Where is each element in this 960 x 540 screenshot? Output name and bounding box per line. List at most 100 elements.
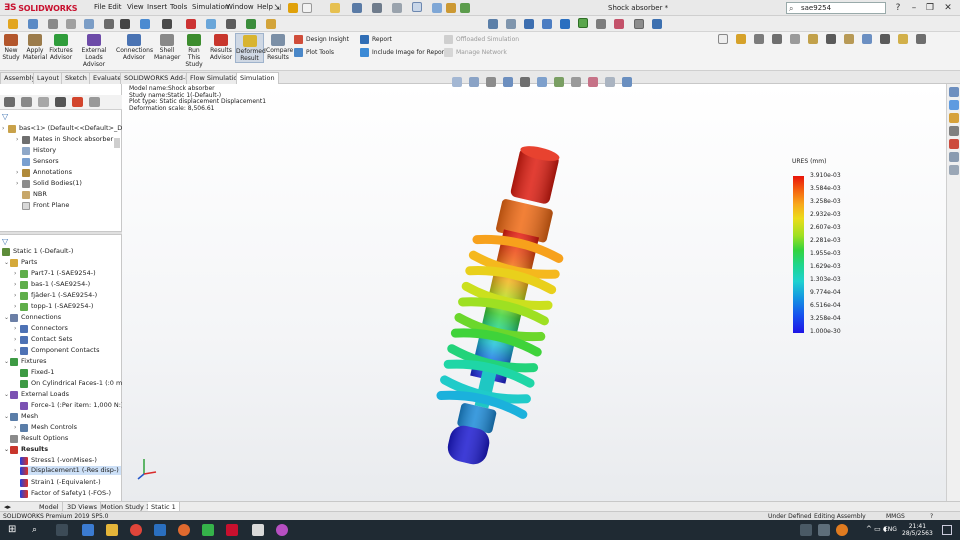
configuration-icon[interactable] bbox=[38, 97, 49, 107]
view-icon[interactable] bbox=[226, 19, 236, 29]
result-options-item[interactable]: Result Options bbox=[10, 434, 68, 443]
notifications-icon[interactable] bbox=[942, 525, 952, 535]
options-icon[interactable] bbox=[460, 3, 470, 13]
external-loads-advisor-button[interactable]: External Loads Advisor bbox=[74, 34, 114, 68]
menu-window[interactable]: Window bbox=[226, 3, 254, 11]
line-app-icon[interactable] bbox=[202, 524, 214, 536]
shock-absorber-model[interactable] bbox=[422, 139, 582, 479]
result-item-selected[interactable]: Displacement1 (-Res disp-) bbox=[20, 466, 121, 475]
mesh-controls-item[interactable]: › Mesh Controls bbox=[14, 423, 77, 432]
more-panels-icon[interactable] bbox=[89, 97, 100, 107]
explorer-app-icon[interactable] bbox=[106, 524, 118, 536]
move-icon[interactable] bbox=[826, 34, 836, 44]
menu-view[interactable]: View bbox=[127, 3, 144, 11]
results-folder[interactable]: ⌄ Results bbox=[4, 445, 48, 454]
tab-sketch[interactable]: Sketch bbox=[61, 72, 91, 84]
part-item[interactable]: › bas-1 (-SAE9254-) bbox=[14, 280, 90, 289]
open-icon[interactable] bbox=[330, 3, 340, 13]
filter-icon[interactable]: ▽ bbox=[2, 112, 8, 121]
display-style-icon[interactable] bbox=[578, 18, 588, 28]
pin-icon[interactable]: ⇲ bbox=[274, 3, 281, 12]
deformed-result-button[interactable]: Deformed Result bbox=[235, 33, 266, 63]
fixture-item[interactable]: Fixed-1 bbox=[20, 368, 54, 377]
part-item[interactable]: › fjäder-1 (-SAE9254-) bbox=[14, 291, 97, 300]
report-button[interactable]: Report bbox=[360, 35, 392, 44]
tab-simulation[interactable]: Simulation bbox=[236, 72, 279, 84]
menu-file[interactable]: File bbox=[94, 3, 106, 11]
view-settings-icon[interactable] bbox=[652, 19, 662, 29]
rectangle-icon[interactable] bbox=[66, 19, 76, 29]
menu-simulation[interactable]: Simulation bbox=[192, 3, 229, 11]
menu-insert[interactable]: Insert bbox=[147, 3, 167, 11]
search-input[interactable]: ⌕ sae9254 bbox=[786, 2, 886, 14]
property-manager-icon[interactable] bbox=[21, 97, 32, 107]
minimize-button[interactable]: – bbox=[908, 2, 920, 14]
zoom-to-fit-icon[interactable] bbox=[488, 19, 498, 29]
search-taskbar-icon[interactable]: ⌕ bbox=[32, 524, 44, 536]
new-study-button[interactable]: New Study bbox=[2, 34, 20, 61]
pattern-icon[interactable] bbox=[808, 34, 818, 44]
hide-items-hud-icon[interactable] bbox=[571, 77, 581, 87]
help-icon[interactable]: ? bbox=[892, 2, 904, 14]
orientation-hud-icon[interactable] bbox=[537, 77, 547, 87]
restore-button[interactable]: ❐ bbox=[924, 2, 936, 14]
result-item[interactable]: Strain1 (-Equivalent-) bbox=[20, 478, 101, 487]
include-image-button[interactable]: Include Image for Report bbox=[360, 48, 447, 57]
menu-tools[interactable]: Tools bbox=[170, 3, 187, 11]
relations-icon[interactable] bbox=[844, 34, 854, 44]
connections-advisor-button[interactable]: Connections Advisor bbox=[116, 34, 153, 61]
measure-icon[interactable] bbox=[140, 19, 150, 29]
trim-icon[interactable] bbox=[754, 34, 764, 44]
print-icon[interactable] bbox=[372, 3, 382, 13]
tab-layout[interactable]: Layout bbox=[33, 72, 64, 84]
zoom-area-icon[interactable] bbox=[506, 19, 516, 29]
load-item[interactable]: Force-1 (:Per item: 1,000 N:) bbox=[20, 401, 124, 410]
shell-manager-button[interactable]: Shell Manager bbox=[154, 34, 180, 61]
quick-snaps-icon[interactable] bbox=[862, 34, 872, 44]
close-button[interactable]: ✕ bbox=[942, 2, 954, 14]
section-icon[interactable] bbox=[206, 19, 216, 29]
undo-icon[interactable] bbox=[392, 3, 402, 13]
panel-splitter[interactable] bbox=[0, 231, 122, 235]
file-properties-icon[interactable] bbox=[446, 3, 456, 13]
scene-icon[interactable] bbox=[634, 19, 644, 29]
connection-item[interactable]: › Contact Sets bbox=[14, 335, 72, 344]
new-sketch-icon[interactable] bbox=[718, 34, 728, 44]
appearance-icon[interactable] bbox=[266, 19, 276, 29]
tray-app-icon[interactable] bbox=[800, 524, 812, 536]
notes-icon[interactable] bbox=[898, 34, 908, 44]
design-library-icon[interactable] bbox=[948, 100, 959, 110]
other-app-icon[interactable] bbox=[276, 524, 288, 536]
fixtures-advisor-button[interactable]: Fixtures Advisor bbox=[49, 34, 73, 61]
zoom-area-hud-icon[interactable] bbox=[469, 77, 479, 87]
save-icon[interactable] bbox=[352, 3, 362, 13]
offset-icon[interactable] bbox=[790, 34, 800, 44]
scene-hud-icon[interactable] bbox=[605, 77, 615, 87]
custom-properties-icon[interactable] bbox=[948, 152, 959, 162]
solidworks-app-icon[interactable] bbox=[226, 524, 238, 536]
mail-app-icon[interactable] bbox=[82, 524, 94, 536]
design-insight-button[interactable]: Design Insight bbox=[294, 35, 349, 44]
sketch-icon[interactable] bbox=[28, 19, 38, 29]
run-this-study-button[interactable]: Run This Study bbox=[182, 34, 206, 68]
zoom-fit-hud-icon[interactable] bbox=[452, 77, 462, 87]
mirror-icon[interactable] bbox=[772, 34, 782, 44]
graphics-area[interactable]: Model name:Shock absorber Study name:Sta… bbox=[122, 77, 946, 501]
appearance-hud-icon[interactable] bbox=[588, 77, 598, 87]
tree-item-solid-bodies[interactable]: › Solid Bodies(1) bbox=[16, 179, 82, 188]
display-style-hud-icon[interactable] bbox=[554, 77, 564, 87]
appearances-icon[interactable] bbox=[948, 139, 959, 149]
feature-tree-icon[interactable] bbox=[4, 97, 15, 107]
mass-properties-icon[interactable] bbox=[186, 19, 196, 29]
tray-app-icon[interactable] bbox=[818, 524, 830, 536]
dimxpert-icon[interactable] bbox=[55, 97, 66, 107]
smart-dimension-icon[interactable] bbox=[8, 19, 18, 29]
new-document-icon[interactable] bbox=[302, 3, 312, 13]
view-settings-hud-icon[interactable] bbox=[622, 77, 632, 87]
parts-folder[interactable]: ⌄ Parts bbox=[4, 258, 37, 267]
results-advisor-button[interactable]: Results Advisor bbox=[208, 34, 234, 61]
edit-appearance-icon[interactable] bbox=[614, 19, 624, 29]
chrome-app-icon[interactable] bbox=[130, 524, 142, 536]
view-palette-icon[interactable] bbox=[948, 126, 959, 136]
display-manager-icon[interactable] bbox=[72, 97, 83, 107]
